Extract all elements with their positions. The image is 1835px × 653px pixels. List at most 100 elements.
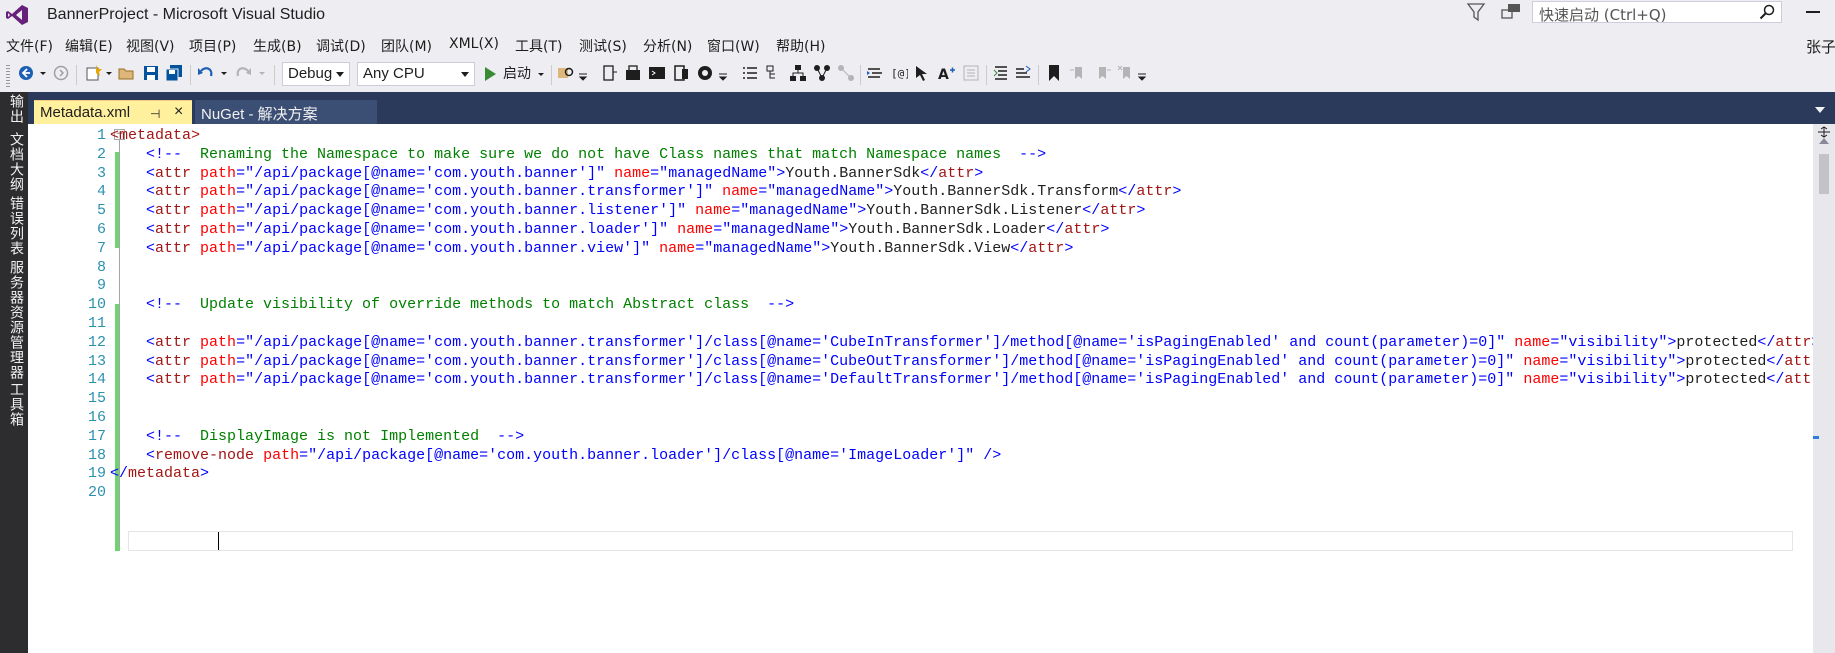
code-token-tag: attr	[155, 371, 192, 389]
code-token-attr: path	[191, 371, 237, 389]
code-token-val: managedName	[731, 221, 831, 238]
redo-icon[interactable]	[234, 64, 252, 82]
navigate-forward-icon[interactable]	[52, 64, 70, 82]
dependency-graph-icon[interactable]	[813, 64, 831, 82]
next-bookmark-icon[interactable]	[1093, 64, 1111, 82]
tab-list-dropdown-icon[interactable]	[1815, 107, 1825, 113]
save-all-icon[interactable]	[165, 64, 183, 82]
pin-icon[interactable]: ⊣	[150, 107, 160, 121]
code-token-val: managedName	[713, 239, 813, 257]
code-token-val: /api/package[@name='com.youth.banner']	[254, 164, 597, 182]
chevron-down-icon[interactable]	[219, 64, 229, 82]
code-token-tag: attr	[1775, 333, 1812, 351]
feedback-icon[interactable]	[1500, 2, 1522, 22]
browser-icon[interactable]	[696, 64, 714, 82]
chevron-down-icon	[461, 72, 469, 77]
menu-file[interactable]: 文件(F)	[6, 36, 53, 56]
device-icon[interactable]	[600, 64, 618, 82]
comment-lines-icon[interactable]	[992, 64, 1010, 82]
filter-icon[interactable]	[1466, 2, 1486, 22]
user-name[interactable]: 张子	[1806, 36, 1835, 57]
minimize-icon[interactable]	[1806, 10, 1820, 14]
scroll-up-icon[interactable]	[1819, 138, 1829, 144]
code-line[interactable]: <remove-node path="/api/package[@name='c…	[128, 445, 1001, 467]
tab-label: Metadata.xml	[40, 104, 131, 121]
code-token-delim: ">	[1658, 333, 1677, 351]
chevron-down-icon[interactable]	[257, 64, 267, 82]
rail-output[interactable]: 输出	[6, 94, 26, 124]
rail-server-explorer[interactable]: 服务器资源管理器	[6, 260, 26, 380]
rail-toolbox[interactable]: 工具箱	[6, 382, 26, 427]
menu-build[interactable]: 生成(B)	[253, 36, 302, 56]
quick-launch-input[interactable]: 快速启动 (Ctrl+Q)	[1532, 1, 1782, 24]
code-line[interactable]: <attr path="/api/package[@name='com.yout…	[128, 238, 1073, 260]
menu-test[interactable]: 测试(S)	[579, 36, 627, 56]
graph-disabled-icon[interactable]	[837, 64, 855, 82]
search-icon[interactable]	[1759, 4, 1775, 20]
code-token-delim: </	[1757, 333, 1776, 351]
close-icon[interactable]: ×	[174, 103, 183, 121]
toolbar-overflow-icon[interactable]	[1137, 64, 1147, 82]
font-increase-icon[interactable]: A	[938, 64, 956, 82]
list-icon[interactable]	[741, 64, 759, 82]
menu-tools[interactable]: 工具(T)	[515, 36, 562, 56]
code-token-delim: >	[974, 164, 984, 182]
package-icon[interactable]	[624, 64, 642, 82]
open-file-icon[interactable]	[118, 64, 136, 82]
menu-help[interactable]: 帮助(H)	[776, 36, 825, 56]
code-token-delim: ="	[650, 164, 669, 182]
code-token-delim: ">	[848, 202, 867, 220]
split-window-icon[interactable]	[1816, 126, 1832, 138]
rail-error-list[interactable]: 错误列表	[6, 196, 26, 256]
chevron-down-icon[interactable]	[104, 64, 114, 82]
scroll-thumb[interactable]	[1819, 154, 1829, 194]
menu-team[interactable]: 团队(M)	[381, 36, 432, 56]
phone-icon[interactable]	[672, 64, 690, 82]
new-project-icon[interactable]	[84, 64, 102, 82]
start-button[interactable]: 启动	[484, 62, 546, 86]
terminal-icon[interactable]	[648, 64, 666, 82]
menu-analyze[interactable]: 分析(N)	[643, 36, 692, 56]
menu-view[interactable]: 视图(V)	[126, 36, 175, 56]
code-line[interactable]: <attr path="/api/package[@name='com.yout…	[128, 369, 1829, 391]
code-token-delim: </	[1118, 183, 1137, 201]
undo-icon[interactable]	[197, 64, 215, 82]
format-document-icon[interactable]	[866, 64, 884, 82]
menu-window[interactable]: 窗口(W)	[707, 36, 760, 56]
code-token-attr: path	[191, 239, 237, 257]
code-editor[interactable]: 1 2 3 4 5 6 7 8 9 10 11 12 13 14 15 16 17 18 19 20 − <metad…	[28, 124, 1829, 653]
outline-icon[interactable]	[765, 64, 783, 82]
tab-nuget-solution[interactable]: NuGet - 解决方案	[195, 100, 377, 124]
bookmark-icon[interactable]	[1045, 64, 1063, 82]
menu-edit[interactable]: 编辑(E)	[65, 36, 113, 56]
chevron-down-icon[interactable]	[38, 64, 48, 82]
solution-configuration-select[interactable]: Debug	[282, 62, 350, 86]
clear-bookmarks-icon[interactable]	[1117, 64, 1135, 82]
previous-bookmark-icon[interactable]	[1069, 64, 1087, 82]
code-token-tag: <metadata>	[110, 127, 201, 144]
code-token-delim: <!--	[146, 296, 183, 314]
code-line[interactable]: </metadata>	[110, 463, 209, 485]
select-element-icon[interactable]	[914, 64, 932, 82]
code-line[interactable]: <!-- Update visibility of override metho…	[128, 294, 794, 316]
vertical-scrollbar[interactable]	[1813, 124, 1835, 653]
chevron-down-icon	[538, 73, 544, 76]
toolbar-overflow-icon[interactable]	[578, 64, 588, 82]
toolbar-overflow-icon[interactable]	[718, 64, 728, 82]
rail-document-outline[interactable]: 文档大纲	[6, 132, 26, 192]
hierarchy-icon[interactable]	[789, 64, 807, 82]
navigate-back-icon[interactable]	[17, 64, 35, 82]
schema-disabled-icon[interactable]	[962, 64, 980, 82]
uncomment-lines-icon[interactable]	[1014, 64, 1032, 82]
find-in-files-icon[interactable]	[557, 64, 575, 82]
menu-debug[interactable]: 调试(D)	[316, 36, 366, 56]
menu-project[interactable]: 项目(P)	[189, 36, 236, 56]
toggle-bracket-icon[interactable]: [@]	[890, 64, 908, 82]
solution-platform-select[interactable]: Any CPU	[357, 62, 475, 86]
save-icon[interactable]	[142, 64, 160, 82]
toolbar-grip[interactable]	[6, 65, 10, 87]
menu-xml[interactable]: XML(X)	[449, 36, 499, 52]
tab-metadata-xml[interactable]: Metadata.xml ⊣ ×	[34, 100, 192, 124]
